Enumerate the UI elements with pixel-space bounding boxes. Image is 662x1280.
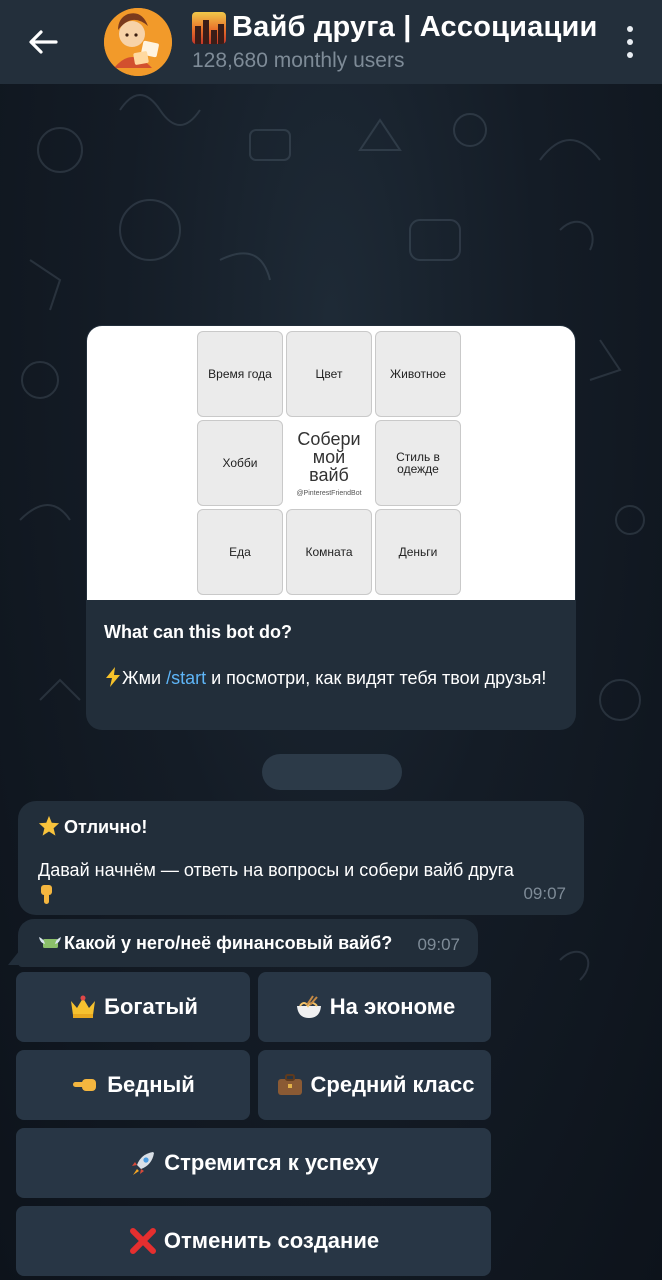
message-text: Давай начнём — ответь на вопросы и собер… (38, 859, 564, 907)
briefcase-icon (275, 1071, 305, 1099)
message-bubble: Отлично! Давай начнём — ответь на вопрос… (18, 801, 584, 915)
bot-info-description: Жми /start и посмотри, как видят тебя тв… (104, 667, 558, 690)
grid-center-title: Собери мой вайб (297, 428, 361, 485)
date-separator (262, 754, 402, 790)
chat-header: Вайб друга | Ассоциации 128,680 monthly … (0, 0, 662, 84)
grid-cell: Комната (286, 509, 372, 595)
bot-info-card: Время года Цвет Животное Хобби Собери мо… (86, 325, 576, 730)
message-time: 09:07 (417, 934, 460, 954)
chat-title: Вайб друга | Ассоциации (232, 11, 598, 43)
keyboard-button-success[interactable]: Стремится к успеху (16, 1128, 491, 1198)
message-time: 09:07 (523, 883, 566, 903)
message-bubble: Какой у него/неё финансовый вайб? 09:07 (18, 919, 478, 967)
money-wings-icon (39, 937, 61, 948)
keyboard-button-cancel[interactable]: Отменить создание (16, 1206, 491, 1276)
bot-preview-image: Время года Цвет Животное Хобби Собери мо… (87, 326, 575, 600)
star-icon (38, 815, 60, 836)
chat-subtitle: 128,680 monthly users (192, 49, 405, 72)
bot-info-heading: What can this bot do? (104, 622, 292, 642)
grid-cell: Животное (375, 331, 461, 417)
chat-title-block[interactable]: Вайб друга | Ассоциации 128,680 monthly … (192, 11, 598, 73)
keyboard-button-middle-class[interactable]: Средний класс (258, 1050, 491, 1120)
keyboard-button-rich[interactable]: Богатый (16, 972, 250, 1042)
rocket-icon (128, 1149, 158, 1177)
grid-cell: Стиль в одежде (375, 420, 461, 506)
grid-center-cell: Собери мой вайб @PinterestFriendBot (286, 420, 372, 506)
more-vertical-icon[interactable] (620, 22, 640, 62)
noodle-bowl-icon (294, 993, 324, 1021)
keyboard-button-economy[interactable]: На экономе (258, 972, 491, 1042)
grid-cell: Еда (197, 509, 283, 595)
city-sunset-icon (192, 11, 226, 44)
grid-cell: Время года (197, 331, 283, 417)
grid-cell: Хобби (197, 420, 283, 506)
back-button[interactable] (10, 0, 76, 84)
pointing-down-icon (41, 884, 52, 904)
chat-avatar[interactable] (104, 8, 172, 76)
lightning-icon (106, 667, 120, 687)
start-command-link[interactable]: /start (166, 668, 206, 688)
grid-center-handle: @PinterestFriendBot (296, 489, 362, 497)
arrow-left-icon (29, 30, 58, 54)
vibe-grid: Время года Цвет Животное Хобби Собери мо… (197, 331, 465, 597)
pointing-hand-icon (71, 1071, 101, 1099)
message-title: Отлично! (38, 815, 564, 839)
keyboard-button-poor[interactable]: Бедный (16, 1050, 250, 1120)
message-text: Какой у него/неё финансовый вайб? (38, 933, 392, 953)
cross-mark-icon (128, 1227, 158, 1255)
grid-cell: Деньги (375, 509, 461, 595)
grid-cell: Цвет (286, 331, 372, 417)
crown-icon (68, 993, 98, 1021)
